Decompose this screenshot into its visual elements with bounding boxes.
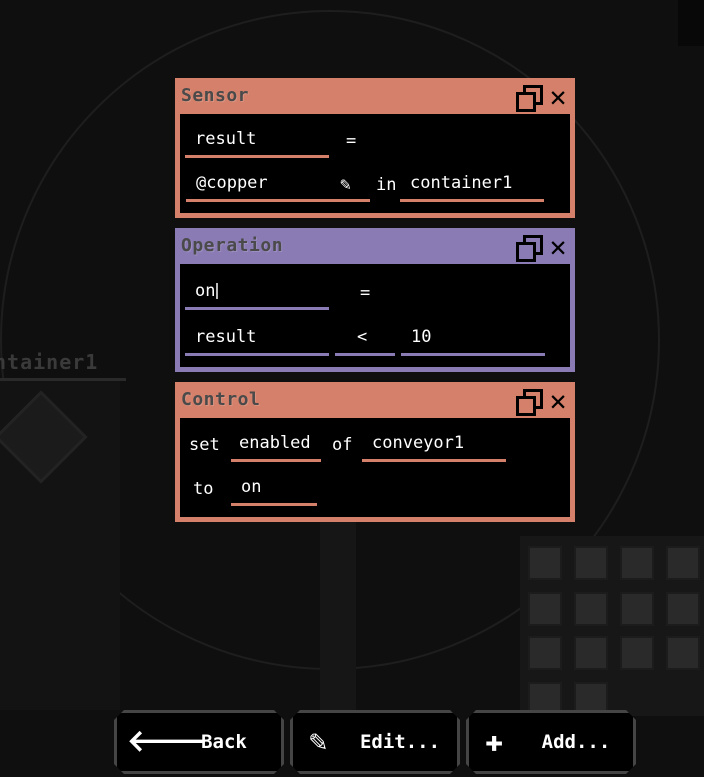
operation-header[interactable]: Operation ✕ (175, 228, 575, 264)
copy-icon[interactable] (515, 234, 543, 262)
copy-icon[interactable] (515, 388, 543, 416)
operation-output-field[interactable]: on (185, 276, 329, 312)
map-tile-grid (520, 536, 704, 716)
operation-right-value: 10 (411, 327, 432, 347)
map-corner-block (678, 0, 704, 46)
sensor-block[interactable]: Sensor ✕ result = @copper ✎ in container… (175, 78, 575, 218)
operation-title: Operation (181, 235, 284, 256)
control-value-field[interactable]: on (231, 472, 317, 508)
copy-icon[interactable] (515, 84, 543, 112)
operation-op-field[interactable]: < (335, 322, 395, 358)
operation-op-value: < (357, 327, 368, 347)
sensor-in-label: in (376, 175, 397, 195)
operation-body: on = result < 10 (180, 264, 570, 367)
sensor-result-value: result (195, 129, 257, 149)
sensor-header[interactable]: Sensor ✕ (175, 78, 575, 114)
close-icon[interactable]: ✕ (545, 233, 571, 261)
operation-output-value: on (195, 281, 216, 301)
map-block-label: ntainer1 (0, 350, 99, 374)
operation-equals: = (360, 283, 371, 303)
plus-icon: ✚ (484, 724, 504, 759)
map-conveyor-column (320, 520, 356, 710)
edit-button-label: Edit... (359, 731, 441, 753)
back-button-label: Back (201, 731, 247, 753)
operation-left-field[interactable]: result (185, 322, 329, 358)
close-icon[interactable]: ✕ (545, 83, 571, 111)
operation-left-value: result (195, 327, 257, 347)
pencil-icon[interactable]: ✎ (340, 170, 351, 200)
control-header[interactable]: Control ✕ (175, 382, 575, 418)
control-body: set enabled of conveyor1 to on (180, 418, 570, 517)
close-icon[interactable]: ✕ (545, 387, 571, 415)
add-button[interactable]: ✚ Add... (466, 710, 636, 774)
control-to-label: to (193, 479, 214, 499)
text-cursor (216, 283, 219, 299)
control-target-value: conveyor1 (372, 433, 465, 453)
edit-icon: ✎ (308, 724, 328, 759)
sensor-result-field[interactable]: result (185, 124, 329, 160)
arrow-left-icon: 🡐 (127, 724, 208, 759)
map-block-label-line (0, 378, 126, 381)
sensor-title: Sensor (181, 85, 250, 106)
sensor-item-value: @copper (196, 173, 268, 193)
sensor-target-value: container1 (410, 173, 513, 193)
control-of-label: of (332, 435, 353, 455)
control-block[interactable]: Control ✕ set enabled of conveyor1 to on (175, 382, 575, 522)
control-set-label: set (189, 435, 220, 455)
back-button[interactable]: 🡐 Back (114, 710, 284, 774)
add-button-label: Add... (541, 731, 611, 753)
operation-right-field[interactable]: 10 (401, 322, 545, 358)
control-property-value: enabled (239, 433, 311, 453)
control-title: Control (181, 389, 261, 410)
edit-button[interactable]: ✎ Edit... (290, 710, 460, 774)
control-target-field[interactable]: conveyor1 (362, 428, 506, 464)
sensor-body: result = @copper ✎ in container1 (180, 114, 570, 213)
operation-block[interactable]: Operation ✕ on = result < 10 (175, 228, 575, 372)
sensor-equals: = (346, 131, 357, 151)
sensor-target-field[interactable]: container1 (400, 168, 544, 204)
control-property-field[interactable]: enabled (231, 428, 321, 464)
control-value-value: on (241, 477, 262, 497)
